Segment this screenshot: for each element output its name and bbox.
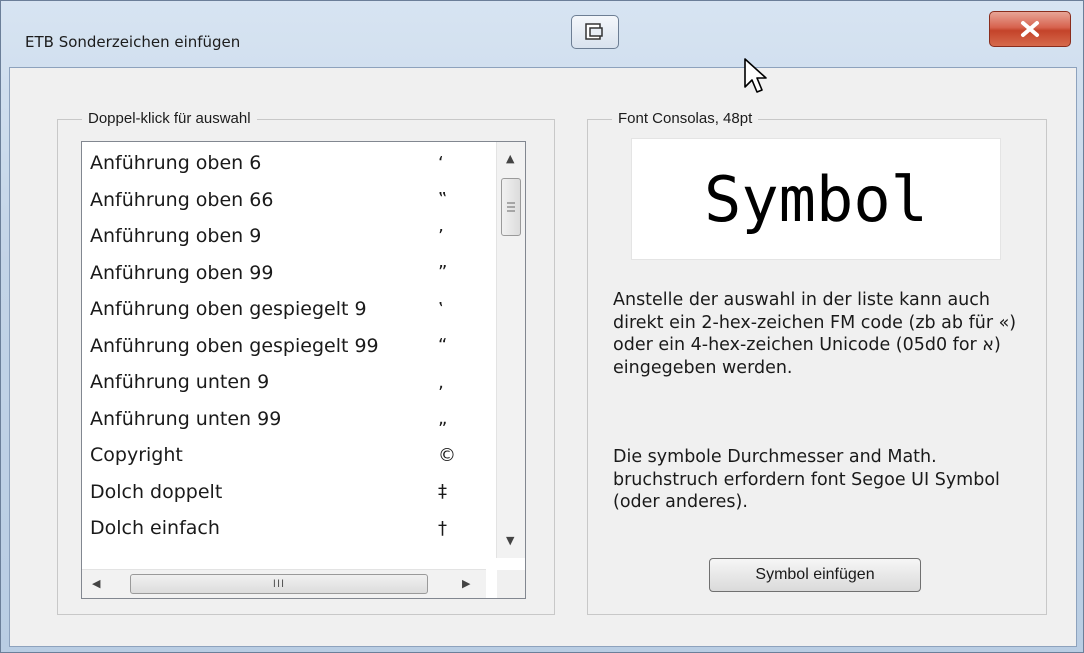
close-icon xyxy=(1021,21,1039,37)
list-item-name: Anführung unten 99 xyxy=(90,407,282,430)
list-item[interactable]: Dolch doppelt ‡ xyxy=(90,475,482,509)
list-item-name: Dolch einfach xyxy=(90,517,220,539)
scroll-up-icon[interactable]: ▲ xyxy=(506,152,514,165)
list-group-legend: Doppel-klick für auswahl xyxy=(82,110,257,127)
vertical-scroll-thumb[interactable] xyxy=(501,178,521,236)
list-item[interactable]: Anführung oben gespiegelt 99 “ xyxy=(90,329,482,363)
input-hint-text: Anstelle der auswahl in der liste kann a… xyxy=(613,290,1017,378)
list-item-name: Dolch doppelt xyxy=(90,480,223,503)
preview-text: Symbol xyxy=(704,162,928,236)
list-item[interactable]: Anführung oben 99 ” xyxy=(90,256,482,290)
list-item-symbol: ‟ xyxy=(438,189,448,210)
list-item-symbol: † xyxy=(438,517,447,539)
list-item-symbol: © xyxy=(438,444,456,466)
list-item-symbol: ‡ xyxy=(438,481,447,502)
list-item[interactable]: Copyright © xyxy=(90,438,482,472)
insert-symbol-button[interactable]: Symbol einfügen xyxy=(709,558,921,592)
list-item-name: Anführung oben 6 xyxy=(90,152,262,174)
list-item-name: Anführung oben 9 xyxy=(90,225,262,247)
list-item-symbol: ‚ xyxy=(438,371,444,393)
list-item-symbol: „ xyxy=(438,408,448,429)
font-note-text: Die symbole Durchmesser and Math. bruchs… xyxy=(613,447,1000,512)
restore-button[interactable] xyxy=(571,15,619,49)
grip-icon xyxy=(507,202,515,212)
list-item-name: Copyright xyxy=(90,444,183,466)
list-item-symbol: ’ xyxy=(438,225,444,247)
list-item[interactable]: Anführung oben gespiegelt 9 ‛ xyxy=(90,292,482,326)
list-item[interactable]: Anführung oben 9 ’ xyxy=(90,219,482,253)
scroll-left-icon[interactable]: ◀ xyxy=(92,577,100,590)
list-item-symbol: ” xyxy=(438,262,448,283)
symbol-preview-box: Symbol xyxy=(631,138,1001,260)
window-title: ETB Sonderzeichen einfügen xyxy=(25,33,241,51)
list-item-symbol: “ xyxy=(438,335,448,356)
list-item-name: Anführung oben 99 xyxy=(90,261,274,284)
close-button[interactable] xyxy=(989,11,1071,47)
hscroll-grip: III xyxy=(272,578,286,590)
dialog-window: ETB Sonderzeichen einfügen Doppel-klick … xyxy=(0,0,1084,653)
list-item-symbol: ‛ xyxy=(438,298,444,320)
scroll-right-icon[interactable]: ▶ xyxy=(462,577,470,590)
preview-group-legend: Font Consolas, 48pt xyxy=(612,110,759,127)
scroll-down-icon[interactable]: ▼ xyxy=(506,534,514,547)
list-item-name: Anführung oben gespiegelt 99 xyxy=(90,334,379,357)
symbol-list: Anführung oben 6 ‘Anführung oben 66 ‟ Anfüh… xyxy=(82,142,486,558)
list-item[interactable]: Dolch einfach † xyxy=(90,511,482,545)
list-item[interactable]: Anführung unten 9 ‚ xyxy=(90,365,482,399)
list-item[interactable]: Anführung oben 66 ‟ xyxy=(90,183,482,217)
list-item[interactable]: Anführung unten 99 „ xyxy=(90,402,482,436)
scrollbar-corner xyxy=(497,570,525,598)
list-item-symbol: ‘ xyxy=(438,152,444,174)
vertical-scrollbar[interactable]: ▲ ▼ xyxy=(496,142,525,558)
list-item-name: Anführung oben gespiegelt 9 xyxy=(90,298,367,320)
restore-icon xyxy=(585,23,603,40)
symbol-listbox[interactable]: Anführung oben 6 ‘Anführung oben 66 ‟ Anfüh… xyxy=(81,141,526,599)
list-item-name: Anführung unten 9 xyxy=(90,371,270,393)
list-item-name: Anführung oben 66 xyxy=(90,188,274,211)
horizontal-scrollbar[interactable]: ◀ III ▶ xyxy=(82,569,486,598)
mouse-cursor-icon xyxy=(744,58,767,93)
list-item[interactable]: Anführung oben 6 ‘ xyxy=(90,146,482,180)
horizontal-scroll-thumb[interactable]: III xyxy=(130,574,428,594)
